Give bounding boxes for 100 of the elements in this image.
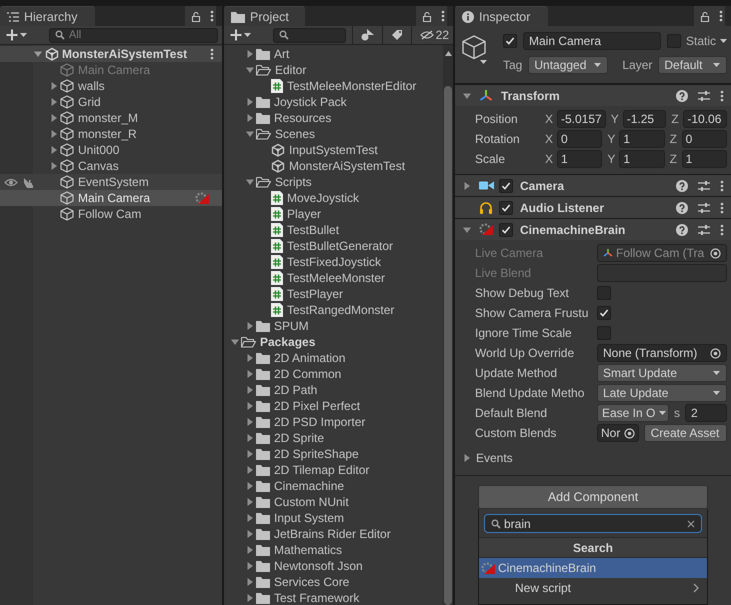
foldout-arrow-icon[interactable]	[246, 66, 254, 74]
sliders-icon[interactable]	[698, 180, 710, 192]
menu-icon[interactable]	[719, 10, 723, 22]
project-item[interactable]: TestMeleeMonsterEditor	[224, 78, 443, 94]
project-item[interactable]: 2D Animation	[224, 350, 443, 366]
project-item[interactable]: 2D Path	[224, 382, 443, 398]
help-icon[interactable]	[676, 224, 688, 236]
foldout-arrow-icon[interactable]	[246, 418, 254, 426]
menu-icon[interactable]	[441, 10, 445, 22]
hierarchy-item[interactable]: walls	[0, 78, 222, 94]
foldout-arrow-icon[interactable]	[246, 402, 254, 410]
foldout-arrow-icon[interactable]	[246, 98, 254, 106]
foldout-arrow-icon[interactable]	[50, 114, 58, 122]
scrollbar[interactable]	[443, 45, 453, 605]
foldout-arrow-icon[interactable]	[246, 450, 254, 458]
project-item[interactable]: Services Core	[224, 574, 443, 590]
menu-icon[interactable]	[720, 202, 724, 214]
project-item[interactable]: JetBrains Rider Editor	[224, 526, 443, 542]
foldout-arrow-icon[interactable]	[246, 386, 254, 394]
tag-dropdown[interactable]: Untagged	[528, 56, 608, 74]
checkbox[interactable]	[666, 34, 681, 48]
project-item[interactable]: 2D SpriteShape	[224, 446, 443, 462]
hierarchy-item[interactable]: EventSystem	[0, 174, 222, 190]
foldout-arrow-icon[interactable]	[231, 338, 239, 346]
foldout-arrow-icon[interactable]	[246, 114, 254, 122]
project-item[interactable]: Resources	[224, 110, 443, 126]
eye-icon[interactable]	[4, 178, 18, 186]
layer-dropdown[interactable]: Default	[658, 56, 727, 74]
foldout-arrow-icon[interactable]	[246, 546, 254, 554]
dropdown[interactable]: Ease In O	[597, 404, 669, 422]
lock-icon[interactable]	[422, 10, 432, 22]
foldout-arrow-icon[interactable]	[246, 466, 254, 474]
project-item[interactable]: 2D Tilemap Editor	[224, 462, 443, 478]
project-item[interactable]: Scripts	[224, 174, 443, 190]
target-icon[interactable]	[710, 348, 721, 358]
hierarchy-item[interactable]: Grid	[0, 94, 222, 110]
checkbox[interactable]	[597, 306, 611, 320]
foldout-arrow-icon[interactable]	[246, 578, 254, 586]
help-icon[interactable]	[676, 180, 688, 192]
hidden-packages-button[interactable]: 22	[418, 26, 452, 44]
foldout-arrow-icon[interactable]	[246, 354, 254, 362]
hierarchy-item[interactable]: monster_R	[0, 126, 222, 142]
project-item[interactable]: Newtonsoft Json	[224, 558, 443, 574]
project-item[interactable]: TestPlayer	[224, 286, 443, 302]
component-header[interactable]: Camera	[455, 174, 731, 196]
number-field[interactable]: 1	[619, 150, 665, 168]
panel-tab[interactable]: Inspector	[455, 6, 548, 26]
checkbox[interactable]	[499, 178, 513, 192]
foldout-arrow-icon[interactable]	[246, 434, 254, 442]
name-field[interactable]: Main Camera	[523, 32, 661, 50]
clear-icon[interactable]	[687, 520, 695, 528]
project-item[interactable]: Packages	[224, 334, 443, 350]
component-header[interactable]: Audio Listener	[455, 196, 731, 218]
menu-icon[interactable]	[720, 224, 724, 236]
number-field[interactable]: 1	[557, 150, 602, 168]
number-field[interactable]: -1.25	[622, 110, 666, 128]
project-item[interactable]: Input System	[224, 510, 443, 526]
dropdown[interactable]: Smart Update	[597, 364, 727, 382]
number-field[interactable]: -10.06	[683, 110, 728, 128]
scene-header[interactable]: MonsterAiSystemTest	[0, 46, 222, 62]
menu-icon[interactable]	[720, 180, 724, 192]
result-item[interactable]: New script	[479, 578, 707, 598]
project-item[interactable]: 2D Pixel Perfect	[224, 398, 443, 414]
number-field[interactable]: 1	[619, 130, 665, 148]
foldout-arrow-icon[interactable]	[50, 146, 58, 154]
project-item[interactable]: MonsterAiSystemTest	[224, 158, 443, 174]
checkbox[interactable]	[499, 222, 513, 236]
menu-icon[interactable]	[210, 10, 214, 22]
foldout-arrow-icon[interactable]	[246, 370, 254, 378]
help-icon[interactable]	[676, 202, 688, 214]
hierarchy-item[interactable]: Follow Cam	[0, 206, 222, 222]
scroll-up-icon[interactable]	[444, 51, 452, 56]
project-item[interactable]: SPUM	[224, 318, 443, 334]
checkbox[interactable]	[597, 326, 611, 340]
project-item[interactable]: Mathematics	[224, 542, 443, 558]
project-item[interactable]: 2D PSD Importer	[224, 414, 443, 430]
sliders-icon[interactable]	[698, 90, 710, 102]
number-field[interactable]: 2	[685, 404, 727, 422]
add-button[interactable]	[4, 26, 29, 44]
menu-icon[interactable]	[720, 90, 724, 102]
foldout-arrow-icon[interactable]	[246, 178, 254, 186]
number-field[interactable]: 0	[557, 130, 602, 148]
foldout-arrow-icon[interactable]	[463, 182, 471, 190]
panel-tab[interactable]: Project	[224, 6, 305, 26]
project-item[interactable]: Custom NUnit	[224, 494, 443, 510]
foldout-arrow-icon[interactable]	[463, 92, 471, 100]
object-field[interactable]: None (Transform)	[597, 344, 727, 362]
foldout-arrow-icon[interactable]	[246, 322, 254, 330]
foldout-arrow-icon[interactable]	[246, 498, 254, 506]
foldout-arrow-icon[interactable]	[463, 226, 471, 234]
foldout-arrow-icon[interactable]	[463, 454, 471, 462]
checkbox[interactable]	[499, 200, 513, 214]
foldout-arrow-icon[interactable]	[246, 530, 254, 538]
project-item[interactable]: Cinemachine	[224, 478, 443, 494]
object-field[interactable]: Nor	[597, 424, 639, 442]
hierarchy-item[interactable]: Unit000	[0, 142, 222, 158]
foldout-arrow-icon[interactable]	[246, 562, 254, 570]
project-item[interactable]: InputSystemTest	[224, 142, 443, 158]
hierarchy-item[interactable]: Main Camera	[0, 190, 222, 206]
project-item[interactable]: 2D Sprite	[224, 430, 443, 446]
